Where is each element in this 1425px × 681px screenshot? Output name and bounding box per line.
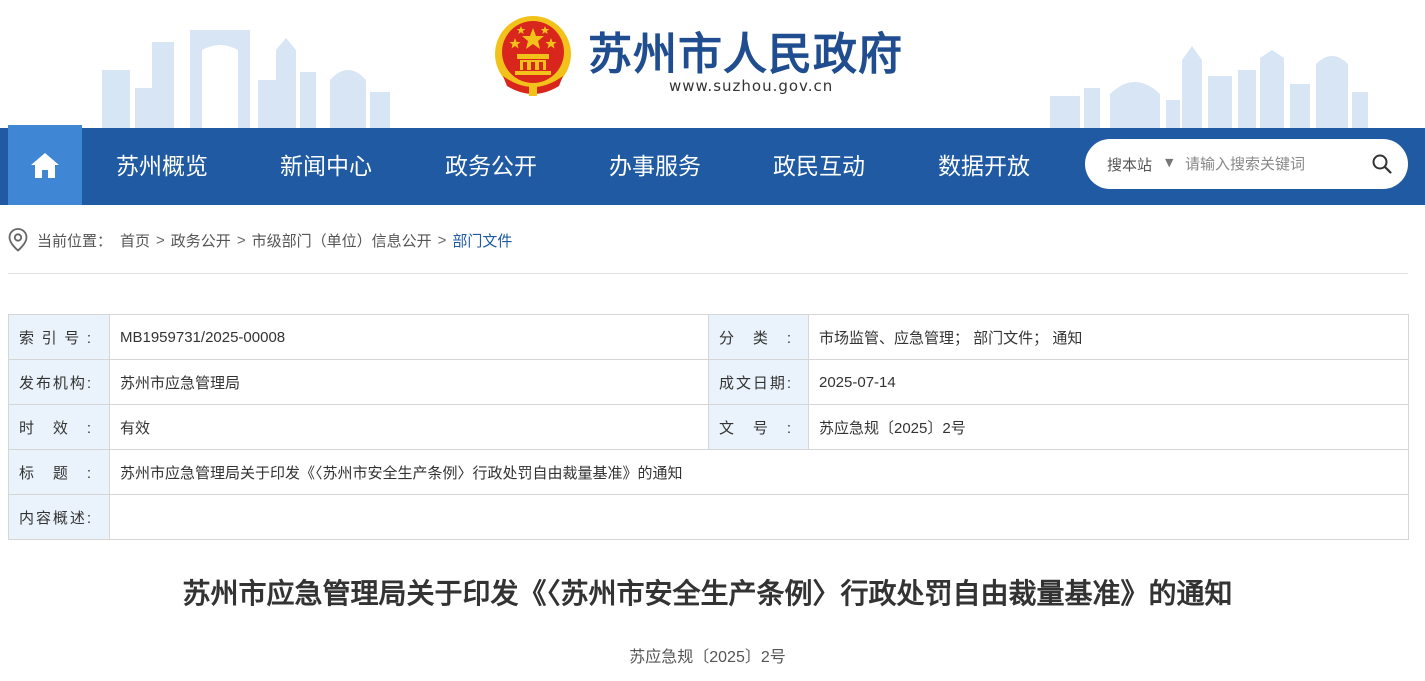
breadcrumb-item-departments[interactable]: 市级部门（单位）信息公开 [252,230,432,251]
skyline-right-decoration [1050,46,1368,128]
table-row: 时效: 有效 文号: 苏应急规〔2025〕2号 [8,404,1409,450]
nav-item-suzhou-overview[interactable]: 苏州概览 [116,128,208,205]
category-value: 市场监管、应急管理； 部门文件； 通知 [808,314,1409,360]
breadcrumb-item-government-affairs[interactable]: 政务公开 [171,230,231,251]
summary-label: 内容概述: [8,494,110,540]
site-header: 苏州市人民政府 www.suzhou.gov.cn [0,0,1425,128]
nav-item-open-data[interactable]: 数据开放 [938,128,1030,205]
validity-label: 时效: [8,404,110,450]
nav-item-interaction[interactable]: 政民互动 [773,128,865,205]
nav-home-button[interactable] [8,125,82,205]
summary-value [109,494,1409,540]
article-title: 苏州市应急管理局关于印发《〈苏州市安全生产条例〉行政处罚自由裁量基准》的通知 [182,578,1233,609]
title-value: 苏州市应急管理局关于印发《〈苏州市安全生产条例〉行政处罚自由裁量基准》的通知 [109,449,1409,495]
document-number-value: 苏应急规〔2025〕2号 [808,404,1409,450]
document-info-table: 索引号: MB1959731/2025-00008 分类: 市场监管、应急管理；… [8,314,1409,540]
skyline-left-decoration [102,30,390,128]
site-url[interactable]: www.suzhou.gov.cn [669,77,833,95]
breadcrumb-item-home[interactable]: 首页 [120,230,150,251]
title-label: 标题: [8,449,110,495]
table-row: 索引号: MB1959731/2025-00008 分类: 市场监管、应急管理；… [8,314,1409,360]
search-box: 搜本站 ▼ [1085,139,1408,189]
home-icon [31,153,59,178]
validity-value: 有效 [109,404,709,450]
nav-item-government-affairs[interactable]: 政务公开 [445,128,537,205]
table-row: 发布机构: 苏州市应急管理局 成文日期: 2025-07-14 [8,359,1409,405]
document-number-label: 文号: [708,404,809,450]
publisher-label: 发布机构: [8,359,110,405]
nav-item-news-center[interactable]: 新闻中心 [280,128,372,205]
site-title[interactable]: 苏州市人民政府 [588,18,903,82]
main-nav: 苏州概览 新闻中心 政务公开 办事服务 政民互动 数据开放 搜本站 ▼ [0,125,1425,205]
table-row: 标题: 苏州市应急管理局关于印发《〈苏州市安全生产条例〉行政处罚自由裁量基准》的… [8,449,1409,495]
chevron-down-icon[interactable]: ▼ [1165,156,1173,169]
table-row: 内容概述: [8,494,1409,540]
breadcrumb-separator: > [156,231,165,249]
breadcrumb: 当前位置： 首页 > 政务公开 > 市级部门（单位）信息公开 > 部门文件 [8,227,512,253]
search-icon[interactable] [1371,153,1393,175]
breadcrumb-separator: > [236,231,246,249]
date-written-value: 2025-07-14 [808,359,1409,405]
article-document-number: 苏应急规〔2025〕2号 [629,649,786,666]
nav-item-services[interactable]: 办事服务 [609,128,701,205]
breadcrumb-separator: > [437,231,447,249]
breadcrumb-item-department-files[interactable]: 部门文件 [452,230,512,251]
publisher-value: 苏州市应急管理局 [109,359,709,405]
search-input[interactable] [1185,151,1365,177]
search-scope-select[interactable]: 搜本站 [1107,154,1152,175]
national-emblem [495,16,571,96]
index-number-value: MB1959731/2025-00008 [109,314,709,360]
index-number-label: 索引号: [8,314,110,360]
breadcrumb-prefix: 当前位置： [37,232,113,250]
location-pin-icon [8,228,28,252]
breadcrumb-divider [8,273,1408,274]
date-written-label: 成文日期: [708,359,809,405]
category-label: 分类: [708,314,809,360]
